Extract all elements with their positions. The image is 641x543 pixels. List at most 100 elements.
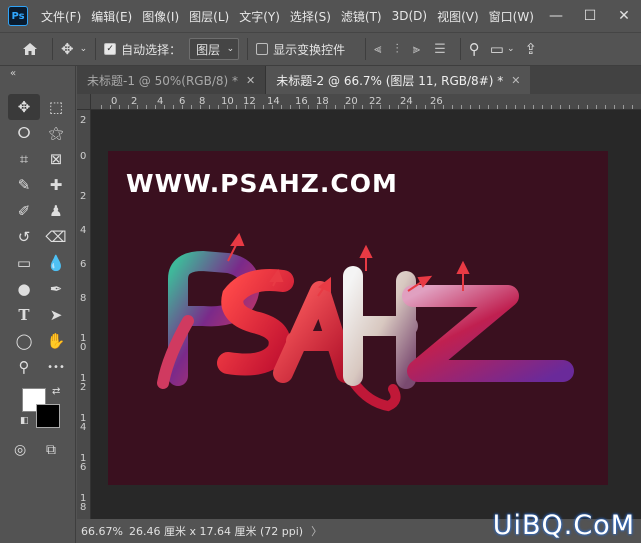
search-icon[interactable]: ⚲ [469,40,480,58]
vertical-ruler[interactable]: 2 0 2 4 6 8 1 0 1 2 1 4 1 6 1 8 [77,110,91,519]
more-tools-icon: ••• [47,361,65,373]
magic-wand-tool[interactable]: ⚝ [40,120,72,146]
ruler-tick [605,105,606,109]
ruler-tick-label: 2 [80,115,87,126]
close-icon[interactable]: ✕ [511,74,520,87]
ruler-tick [488,105,489,109]
more-tools[interactable]: ••• [40,354,72,380]
quick-mask-icon[interactable]: ◎ [14,442,26,458]
blur-tool[interactable]: 💧 [40,250,72,276]
gradient-tool[interactable]: ▭ [8,250,40,276]
move-tool[interactable]: ✥ [8,94,40,120]
auto-select-label: 自动选择： [121,42,182,57]
tools-panel: « ✥ ⬚ ⵔ ⚝ ⌗ ⊠ ✎ ✚ ✐ ♟ ↺ ⌫ ▭ 💧 ● ✒ T ➤ ◯ ✋ ⚲ ••• ⇄ ◧ ◎ ⧉ [0,66,76,543]
crop-tool[interactable]: ⌗ [8,146,40,172]
minimize-icon[interactable]: — [539,0,573,32]
menu-select[interactable]: 选择(S) [285,8,336,25]
stamp-tool[interactable]: ♟ [40,198,72,224]
ruler-tick [578,105,579,109]
pen-tool[interactable]: ✒ [40,276,72,302]
ruler-tick [245,105,246,109]
ruler-corner[interactable] [77,94,91,110]
photoshop-logo-icon[interactable]: Ps [8,6,28,26]
ruler-tick [470,105,471,109]
eraser-tool[interactable]: ⌫ [40,224,72,250]
collapse-panel-icon[interactable]: « [10,68,16,79]
hand-tool[interactable]: ✋ [40,328,72,354]
ruler-tick [614,105,615,109]
align-right-icon[interactable]: ⫸ [413,42,420,57]
close-icon[interactable]: ✕ [246,74,255,87]
ruler-tick [533,105,534,109]
menu-type[interactable]: 文字(Y) [234,8,285,25]
ruler-tick [326,105,327,109]
brush-tool[interactable]: ✐ [8,198,40,224]
ruler-tick [308,105,309,109]
ruler-tick [218,105,219,109]
ruler-tick-label: 16 [295,96,308,107]
menu-filter[interactable]: 滤镜(T) [336,8,387,25]
menu-3d[interactable]: 3D(D) [387,9,432,23]
document-canvas[interactable]: WWW.PSAHZ.COM [108,151,608,485]
auto-select-checkbox[interactable]: ✓ [104,43,117,55]
screen-mode-icon[interactable]: ⧉ [46,442,56,458]
share-icon[interactable]: ⇪ [524,40,537,58]
ruler-tick [452,105,453,109]
ruler-tick-label: 0 [80,151,87,162]
zoom-tool[interactable]: ⚲ [8,354,40,380]
letter-z-stroke [402,285,574,382]
tab-document-1[interactable]: 未标题-1 @ 50%(RGB/8) * ✕ [77,66,267,94]
ruler-tick [209,105,210,109]
ruler-tick [227,105,228,109]
distribute-icon[interactable]: ☰ [434,42,446,57]
ruler-tick [254,105,255,109]
stamp-tool-icon: ♟ [49,202,63,220]
menu-image[interactable]: 图像(I) [137,8,184,25]
auto-select-target-dropdown[interactable]: 图层 ⌄ [189,38,240,60]
divider [365,38,367,60]
ruler-tick [164,105,165,109]
menu-file[interactable]: 文件(F) [36,8,86,25]
ruler-tick [551,105,552,109]
show-transform-checkbox[interactable] [256,43,269,55]
align-hcenter-icon[interactable]: ⫶ [396,42,399,57]
home-icon[interactable] [22,42,38,56]
maximize-icon[interactable]: ☐ [573,0,607,32]
ruler-tick [146,105,147,109]
ruler-tick-label: 1 0 [80,333,87,353]
frame-tool[interactable]: ⊠ [40,146,72,172]
history-brush-tool[interactable]: ↺ [8,224,40,250]
divider [459,38,461,60]
background-color-swatch[interactable] [36,404,60,428]
ruler-tick [173,105,174,109]
lasso-tool-icon: ⵔ [17,124,31,142]
swap-colors-icon[interactable]: ⇄ [52,386,60,397]
ruler-tick [632,105,633,109]
tab-document-2[interactable]: 未标题-2 @ 66.7% (图层 11, RGB/8#) * ✕ [266,66,531,94]
ruler-tick-label: 26 [430,96,443,107]
arrowhead [359,244,373,258]
ellipse-tool[interactable]: ◯ [8,328,40,354]
move-tool-preset-icon[interactable]: ✥ ⌄ [61,40,87,58]
dodge-tool[interactable]: ● [8,276,40,302]
close-icon[interactable]: ✕ [607,0,641,32]
workspace-icon[interactable]: ▭ ⌄ [490,40,515,58]
healing-brush-tool[interactable]: ✚ [40,172,72,198]
align-left-icon[interactable]: ⫷ [374,42,381,57]
path-selection-tool[interactable]: ➤ [40,302,72,328]
menu-window[interactable]: 窗口(W) [484,8,539,25]
pen-tool-icon: ✒ [49,280,63,298]
horizontal-ruler[interactable]: 0 2 4 6 8 10 12 14 16 18 20 22 24 26 [91,94,641,110]
marquee-tool[interactable]: ⬚ [40,94,72,120]
default-colors-icon[interactable]: ◧ [20,416,29,426]
lasso-tool[interactable]: ⵔ [8,120,40,146]
menu-layer[interactable]: 图层(L) [184,8,234,25]
ruler-tick [263,105,264,109]
menu-view[interactable]: 视图(V) [432,8,484,25]
zoom-level[interactable]: 66.67% [77,525,129,538]
menu-edit[interactable]: 编辑(E) [86,8,137,25]
eyedropper-tool[interactable]: ✎ [8,172,40,198]
type-tool[interactable]: T [8,302,40,328]
status-menu-chevron-icon[interactable]: 〉 [311,523,322,539]
ruler-tick [110,105,111,109]
